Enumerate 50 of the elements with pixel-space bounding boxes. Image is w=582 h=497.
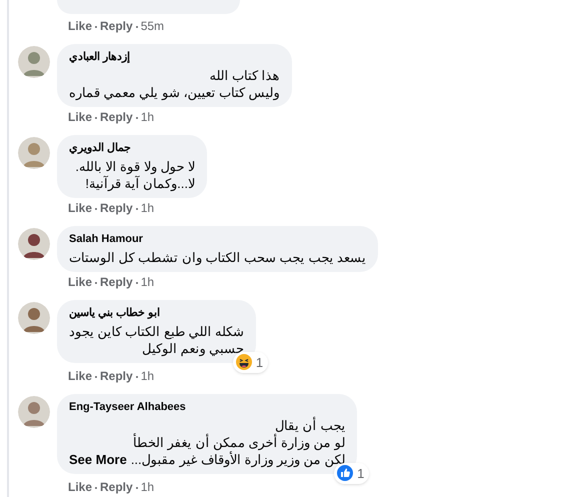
- like-link[interactable]: Like: [68, 201, 92, 216]
- reply-link[interactable]: Reply: [100, 110, 133, 125]
- timestamp-link[interactable]: 1h: [140, 480, 154, 495]
- comment-text: لا حول ولا قوة الا بالله.: [75, 158, 195, 175]
- author-name[interactable]: Salah Hamour: [69, 232, 143, 246]
- timestamp-link[interactable]: 1h: [140, 201, 154, 216]
- reply-link[interactable]: Reply: [100, 480, 133, 495]
- separator-icon: [95, 282, 98, 284]
- like-link[interactable]: Like: [68, 110, 92, 125]
- comment-text: يسعد يجب يجب سحب الكتاب وان تشطب كل الوستات: [69, 249, 366, 266]
- reply-link[interactable]: Reply: [100, 201, 133, 216]
- separator-icon: [95, 26, 98, 28]
- separator-icon: [136, 376, 138, 378]
- like-link[interactable]: Like: [68, 19, 92, 34]
- timestamp-link[interactable]: 1h: [140, 369, 154, 384]
- avatar[interactable]: [18, 46, 50, 78]
- reply-link[interactable]: Reply: [100, 369, 133, 384]
- avatar[interactable]: [18, 396, 50, 428]
- separator-icon: [136, 26, 138, 28]
- timestamp-link[interactable]: 1h: [140, 110, 154, 125]
- timestamp-link[interactable]: 55m: [140, 19, 164, 34]
- comment-text: شكله اللي طبع الكتاب كاين يجود: [69, 323, 244, 340]
- avatar[interactable]: [18, 302, 50, 334]
- comment-text: وليس كتاب تعيين، شو يلي معمي قماره: [69, 84, 280, 101]
- see-more-link[interactable]: See More: [69, 451, 127, 468]
- like-link[interactable]: Like: [68, 369, 92, 384]
- comment-text: هذا كتاب الله: [209, 67, 280, 84]
- separator-icon: [95, 116, 98, 118]
- reaction-badge[interactable]: 1: [334, 462, 370, 484]
- reaction-badge[interactable]: 1: [232, 352, 268, 373]
- author-name[interactable]: Eng-Tayseer Alhabees: [69, 400, 186, 414]
- reply-link[interactable]: Reply: [100, 19, 133, 34]
- comment-text: يجب أن يقال: [275, 417, 346, 434]
- avatar[interactable]: [18, 228, 50, 260]
- separator-icon: [136, 282, 138, 284]
- comment-text: لا...وكمان آية قرآنية!: [85, 175, 195, 192]
- timestamp-link[interactable]: 1h: [140, 275, 154, 290]
- separator-icon: [95, 486, 98, 488]
- comment-text: لو من وزارة أخرى ممكن أن يغفر الخطأ: [133, 434, 346, 451]
- separator-icon: [136, 208, 138, 210]
- author-name[interactable]: إزدهار العبادي: [69, 50, 130, 64]
- separator-icon: [136, 116, 138, 118]
- author-name[interactable]: ابو خطاب بني ياسين: [69, 306, 160, 320]
- like-link[interactable]: Like: [68, 275, 92, 290]
- separator-icon: [136, 486, 138, 488]
- separator-icon: [95, 208, 98, 210]
- separator-icon: [95, 376, 98, 378]
- author-name[interactable]: جمال الدويري: [69, 141, 132, 155]
- reply-link[interactable]: Reply: [100, 275, 133, 290]
- like-link[interactable]: Like: [68, 480, 92, 495]
